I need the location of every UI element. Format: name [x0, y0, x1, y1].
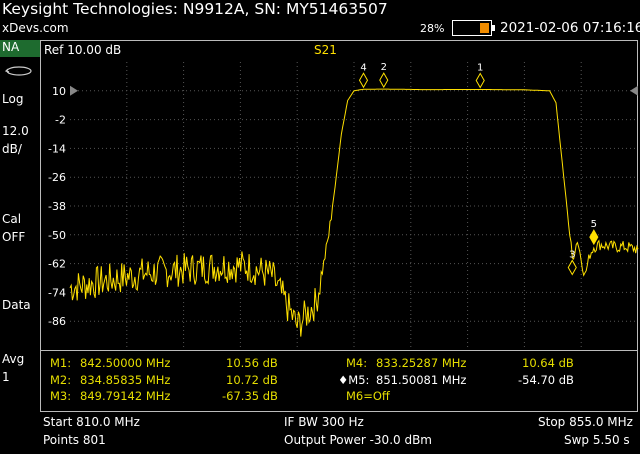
marker-name: M2: — [50, 373, 72, 387]
marker-table: M1: 842.50000 MHz 10.56 dB M2: 834.85835… — [40, 350, 638, 413]
marker-value: -67.35 dB — [222, 389, 278, 403]
marker-freq-active: 851.50081 MHz — [376, 373, 467, 387]
y-tick-label: -50 — [48, 229, 66, 242]
marker-1-icon — [475, 72, 485, 89]
marker-5-icon — [589, 229, 599, 246]
y-tick-label: -2 — [55, 114, 66, 127]
output-power[interactable]: Output Power -30.0 dBm — [284, 433, 432, 447]
y-tick-label: -26 — [48, 171, 66, 184]
marker-name: M6=Off — [346, 389, 390, 403]
y-tick-label: 10 — [52, 85, 66, 98]
y-tick-label: -62 — [48, 258, 66, 271]
sweep-time[interactable]: Swp 5.50 s — [564, 433, 630, 447]
marker-1-label: 1 — [477, 62, 483, 73]
marker-freq: 833.25287 MHz — [376, 356, 467, 370]
marker-5-label: 5 — [591, 219, 597, 230]
marker-3-label: 3 — [569, 249, 575, 260]
marker-freq: 834.85835 MHz — [80, 373, 171, 387]
marker-name: M3: — [50, 389, 72, 403]
marker-name: M4: — [346, 356, 368, 370]
stop-frequency[interactable]: Stop 855.0 MHz — [538, 415, 633, 429]
marker-value-active: -54.70 dB — [518, 373, 574, 387]
marker-2-label: 2 — [381, 62, 387, 73]
marker-4-label: 4 — [360, 62, 366, 73]
marker-value: 10.72 dB — [226, 373, 278, 387]
marker-4-icon — [358, 72, 369, 89]
marker-2-icon — [379, 72, 389, 89]
marker-value: 10.56 dB — [226, 356, 278, 370]
y-tick-label: -38 — [48, 200, 66, 213]
points-count[interactable]: Points 801 — [43, 433, 106, 447]
marker-freq: 842.50000 MHz — [80, 356, 171, 370]
y-tick-label: -74 — [48, 286, 66, 299]
if-bandwidth[interactable]: IF BW 300 Hz — [284, 415, 364, 429]
ref-level-arrow-right — [630, 85, 638, 96]
marker-name-active: ♦M5: — [338, 373, 370, 387]
y-tick-label: -14 — [48, 142, 66, 155]
marker-value: 10.64 dB — [522, 356, 574, 370]
marker-3-icon — [567, 259, 577, 276]
status-bar: Start 810.0 MHz Points 801 IF BW 300 Hz … — [40, 412, 638, 454]
ref-level-arrow-left — [70, 85, 78, 96]
y-tick-label: -86 — [48, 315, 66, 328]
marker-freq: 849.79142 MHz — [80, 389, 171, 403]
marker-name: M1: — [50, 356, 72, 370]
start-frequency[interactable]: Start 810.0 MHz — [43, 415, 140, 429]
